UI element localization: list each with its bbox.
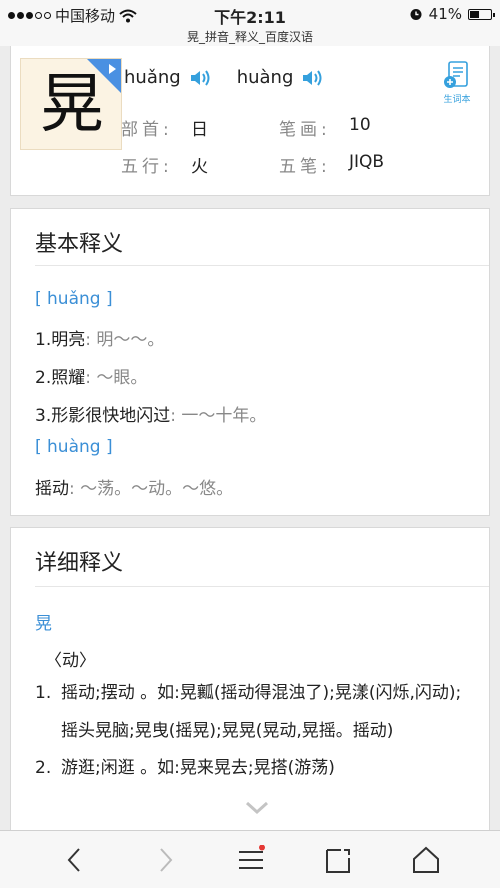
battery-icon (468, 8, 495, 20)
wordbook-icon (444, 61, 468, 88)
definition-item: 1.明亮: 明～～。 (35, 325, 164, 350)
definition-example: : 明～～。 (85, 330, 165, 350)
strokes-value: 10 (349, 115, 371, 135)
reading-label: [ huàng ] (35, 437, 113, 457)
expand-chevron-icon[interactable] (244, 800, 270, 816)
detail-text: 摇动;摆动 。如:晃瓤(摇动得混浊了);晃漾(闪烁,闪动);摇头晃脑;晃曳(摇晃… (61, 683, 462, 741)
reading-label: [ huǎng ] (35, 289, 113, 309)
section-title: 基本释义 (35, 232, 124, 257)
speaker-icon[interactable] (301, 68, 323, 88)
detail-character: 晃 (35, 614, 52, 634)
element-wubi-row: 五行: 火 五笔: JIQB (121, 152, 437, 177)
wordbook-button[interactable]: 生词本 (441, 60, 473, 105)
basic-definition-card: 基本释义 [ huǎng ] 1.明亮: 明～～。 2.照耀: ～眼。 3.形影… (10, 208, 490, 516)
radical-value: 日 (191, 120, 208, 140)
section-title: 详细释义 (35, 551, 124, 576)
alarm-icon (410, 9, 422, 20)
status-bar: 中国移动 下午2:11 41% (0, 0, 500, 28)
page-title: 晃_拼音_释义_百度汉语 (0, 28, 500, 46)
detail-number: 2. (35, 758, 52, 778)
battery-group: 41% (409, 5, 495, 23)
part-of-speech: 〈动〉 (45, 651, 96, 671)
divider (35, 265, 489, 266)
speaker-icon[interactable] (189, 68, 211, 88)
character-card: 晃 huǎng huàng 部首: 日 笔画: 10 五行: 火 五笔: JIQ… (10, 46, 490, 196)
definition-item: 摇动: ～荡。～动。～悠。 (35, 474, 233, 499)
pinyin-huang3: huǎng (124, 67, 181, 88)
radical-label: 部首: (121, 120, 173, 140)
definition-item: 3.形影很快地闪过: 一～十年。 (35, 401, 266, 426)
definition-example: : ～荡。～动。～悠。 (69, 479, 234, 499)
definition-example: : 一～十年。 (170, 406, 267, 426)
detail-text: 游逛;闲逛 。如:晃来晃去;晃搭(游荡) (61, 758, 335, 778)
wordbook-label: 生词本 (443, 95, 471, 105)
element-value: 火 (191, 157, 208, 177)
definition-text: 3.形影很快地闪过 (35, 406, 171, 426)
wubi-label: 五笔: (279, 157, 331, 177)
play-icon[interactable] (87, 59, 121, 93)
divider (35, 586, 489, 587)
radical-strokes-row: 部首: 日 笔画: 10 (121, 115, 437, 140)
definition-text: 1.明亮 (35, 330, 86, 350)
character-tile[interactable]: 晃 (20, 58, 122, 150)
detailed-definition-card: 详细释义 晃 〈动〉 1. 摇动;摆动 。如:晃瓤(摇动得混浊了);晃漾(闪烁,… (10, 527, 490, 847)
battery-percent: 41% (428, 5, 462, 23)
detail-number: 1. (35, 683, 52, 703)
home-icon[interactable] (411, 845, 441, 875)
definition-text: 摇动 (35, 479, 69, 499)
definition-item: 2.照耀: ～眼。 (35, 363, 147, 388)
back-icon[interactable] (60, 845, 90, 875)
element-label: 五行: (121, 157, 173, 177)
browser-toolbar (0, 830, 500, 888)
definition-example: : ～眼。 (85, 368, 148, 388)
pronunciation-row: huǎng huàng (124, 67, 349, 88)
definition-text: 2.照耀 (35, 368, 86, 388)
forward-icon[interactable] (150, 845, 180, 875)
menu-icon[interactable] (236, 845, 266, 875)
wubi-value: JIQB (349, 152, 385, 172)
strokes-label: 笔画: (279, 120, 331, 140)
pinyin-huang4: huàng (236, 67, 294, 88)
tabs-icon[interactable] (323, 845, 353, 875)
